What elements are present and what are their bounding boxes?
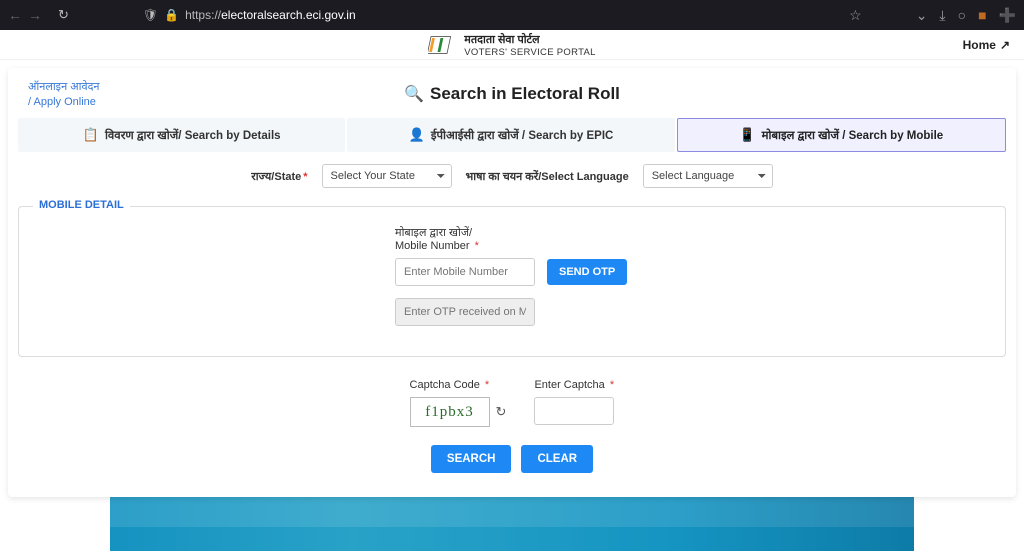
otp-input (395, 298, 535, 326)
shield-icon: 🛡 (143, 8, 158, 22)
search-icon: 🔍 (404, 84, 424, 104)
pocket-icon[interactable]: ⌄ (916, 7, 928, 24)
action-row: SEARCH CLEAR (18, 445, 1006, 473)
enter-captcha-label: Enter Captcha * (534, 379, 614, 391)
apply-online-link[interactable]: ऑनलाइन आवेदन / Apply Online (28, 80, 100, 111)
site-header: मतदाता सेवा पोर्टल VOTERS' SERVICE PORTA… (0, 30, 1024, 60)
state-select[interactable]: Select Your State (322, 164, 452, 188)
send-otp-button[interactable]: SEND OTP (547, 259, 627, 285)
home-link[interactable]: Home ↗ (963, 38, 1010, 52)
site-title-hi: मतदाता सेवा पोर्टल (464, 32, 595, 47)
download-icon[interactable]: ⤓ (939, 7, 945, 24)
mobile-icon: 📱 (739, 127, 755, 143)
account-icon[interactable]: ○ (958, 7, 966, 23)
mobile-detail-legend: MOBILE DETAIL (33, 199, 130, 211)
eci-logo-icon (428, 31, 456, 59)
main-panel: ऑनलाइन आवेदन / Apply Online 🔍 Search in … (8, 68, 1016, 497)
search-tabs: 📋 विवरण द्वारा खोजें/ Search by Details … (18, 118, 1006, 152)
tab-search-mobile[interactable]: 📱 मोबाइल द्वारा खोजें / Search by Mobile (677, 118, 1006, 152)
language-select[interactable]: Select Language (643, 164, 773, 188)
mobile-label-hi: मोबाइल द्वारा खोजें/ (395, 225, 985, 240)
nav-forward-icon: → (28, 7, 42, 23)
captcha-row: Captcha Code * f1pbx3 ↻ Enter Captcha * (18, 379, 1006, 427)
captcha-input[interactable] (534, 397, 614, 425)
state-label: राज्य/State* (251, 169, 307, 184)
add-tab-icon[interactable]: ➕ (999, 7, 1016, 24)
extension-icon[interactable]: ■ (978, 7, 986, 23)
url-bar[interactable]: 🛡 🔒 https://electoralsearch.eci.gov.in (83, 8, 849, 22)
search-button[interactable]: SEARCH (431, 445, 512, 473)
site-title-en: VOTERS' SERVICE PORTAL (464, 47, 595, 58)
url-text: https://electoralsearch.eci.gov.in (185, 8, 356, 22)
tab-search-details[interactable]: 📋 विवरण द्वारा खोजें/ Search by Details (18, 118, 345, 152)
browser-chrome: ← → ↻ 🛡 🔒 https://electoralsearch.eci.go… (0, 0, 1024, 30)
tab-search-epic[interactable]: 👤 ईपीआईसी द्वारा खोजें / Search by EPIC (347, 118, 674, 152)
nav-back-icon[interactable]: ← (8, 7, 22, 23)
external-link-icon: ↗ (1000, 38, 1010, 52)
mobile-detail-fieldset: MOBILE DETAIL मोबाइल द्वारा खोजें/ Mobil… (18, 206, 1006, 357)
page-title: 🔍 Search in Electoral Roll (18, 84, 1006, 104)
captcha-code-label: Captcha Code * (410, 379, 507, 391)
epic-icon: 👤 (409, 127, 425, 143)
captcha-image: f1pbx3 (410, 397, 490, 427)
bookmark-star-icon[interactable]: ☆ (849, 7, 862, 24)
mobile-label-en: Mobile Number * (395, 240, 985, 252)
clear-button[interactable]: CLEAR (521, 445, 593, 473)
selector-row: राज्य/State* Select Your State भाषा का च… (18, 164, 1006, 188)
refresh-captcha-icon[interactable]: ↻ (496, 404, 507, 420)
language-label: भाषा का चयन करें/Select Language (466, 169, 629, 184)
reload-icon[interactable]: ↻ (58, 7, 69, 23)
lock-icon: 🔒 (164, 8, 179, 22)
mobile-number-input[interactable] (395, 258, 535, 286)
details-icon: 📋 (83, 127, 99, 143)
